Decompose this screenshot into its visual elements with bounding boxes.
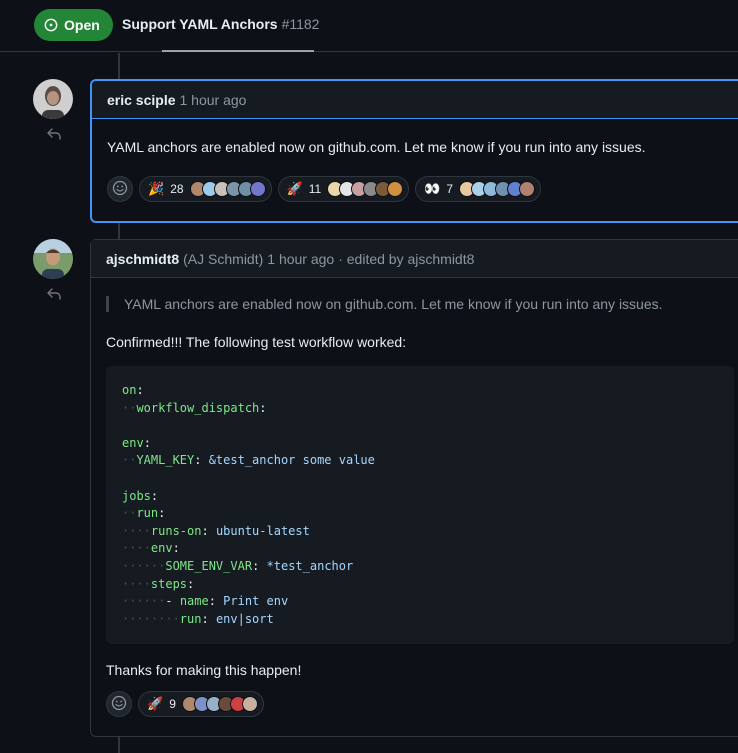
issue-title[interactable]: Support YAML Anchors #1182 <box>122 16 319 32</box>
avatar-eric-sciple[interactable] <box>33 79 73 119</box>
reaction-rocket[interactable]: 🚀 11 <box>277 176 410 202</box>
reaction-tada[interactable]: 🎉 28 <box>139 176 272 202</box>
comment-ajschmidt8: ajschmidt8 (AJ Schmidt) 1 hour ago · edi… <box>90 239 738 737</box>
reactor-avatars <box>189 181 266 197</box>
add-reaction-button[interactable] <box>107 176 133 202</box>
reaction-count: 11 <box>308 182 322 196</box>
comment-outro: Thanks for making this happen! <box>106 662 302 679</box>
avatar <box>519 181 536 197</box>
avatar <box>241 696 258 713</box>
avatar <box>387 181 404 197</box>
comment-author[interactable]: eric sciple <box>107 92 176 108</box>
comment-header: ajschmidt8 (AJ Schmidt) 1 hour ago · edi… <box>91 240 738 278</box>
reaction-count: 7 <box>446 182 454 196</box>
yaml-key: jobs <box>122 488 151 503</box>
reactor-avatars <box>327 181 404 197</box>
edited-history-link[interactable]: · edited by ajschmidt8 <box>338 251 474 267</box>
open-status-badge: Open <box>34 9 113 41</box>
add-reaction-button[interactable] <box>106 691 132 718</box>
issue-number: #1182 <box>281 16 320 32</box>
issue-title-text: Support YAML Anchors <box>122 16 278 32</box>
rocket-emoji: 🚀 <box>147 696 164 712</box>
reactor-avatars <box>459 181 536 197</box>
reactions-bar: 🚀 9 <box>91 691 738 718</box>
avatar <box>249 181 266 197</box>
yaml-value: ubuntu-latest <box>215 523 310 538</box>
comment-author[interactable]: ajschmidt8 <box>106 251 179 267</box>
yaml-key: runs-on <box>150 523 202 538</box>
tada-emoji: 🎉 <box>148 181 165 196</box>
issue-header: Open Support YAML Anchors #1182 <box>0 0 738 52</box>
issue-open-icon <box>44 18 58 32</box>
yaml-key: run <box>136 506 159 521</box>
reply-arrow-icon[interactable] <box>46 286 62 302</box>
yaml-value: env|sort <box>215 611 274 626</box>
yaml-key: run <box>179 611 202 626</box>
yaml-key: SOME_ENV_VAR <box>165 558 253 573</box>
yaml-key: name <box>179 594 209 609</box>
reaction-rocket[interactable]: 🚀 9 <box>138 691 264 718</box>
reply-arrow-icon[interactable] <box>46 126 62 142</box>
comment-eric-sciple: eric sciple 1 hour ago YAML anchors are … <box>90 79 738 223</box>
open-status-label: Open <box>64 17 100 33</box>
yaml-value: &test_anchor some value <box>208 453 375 468</box>
yaml-key: steps <box>150 576 188 591</box>
avatar-ajschmidt8[interactable] <box>33 239 73 279</box>
yaml-key: workflow_dispatch <box>136 400 260 415</box>
yaml-key: env <box>150 541 173 556</box>
comment-body: YAML anchors are enabled now on github.c… <box>107 139 646 155</box>
yaml-key: env <box>122 435 144 450</box>
reactions-bar: 🎉 28 🚀 11 👀 7 <box>92 176 738 202</box>
tab-underline <box>162 50 314 52</box>
comment-timestamp[interactable]: 1 hour ago <box>267 251 334 267</box>
yaml-value: *test_anchor <box>266 558 354 573</box>
rocket-emoji: 🚀 <box>286 181 303 196</box>
yaml-value: Print env <box>223 594 289 609</box>
eyes-emoji: 👀 <box>424 181 441 196</box>
comment-header: eric sciple 1 hour ago <box>92 81 738 119</box>
comment-timestamp[interactable]: 1 hour ago <box>180 92 247 108</box>
comment-author-fullname: (AJ Schmidt) <box>183 250 264 267</box>
reaction-count: 28 <box>170 182 184 196</box>
yaml-key: on <box>122 383 137 397</box>
reaction-count: 9 <box>169 697 176 712</box>
reaction-eyes[interactable]: 👀 7 <box>415 176 542 202</box>
smiley-icon <box>112 180 128 199</box>
blockquote: YAML anchors are enabled now on github.c… <box>106 296 734 312</box>
smiley-icon <box>111 695 127 714</box>
comment-intro: Confirmed!!! The following test workflow… <box>106 334 407 350</box>
yaml-key: YAML_KEY <box>136 453 195 468</box>
reactor-avatars <box>181 696 258 713</box>
code-block[interactable]: on: ··workflow_dispatch: env: ··YAML_KEY… <box>106 366 734 645</box>
